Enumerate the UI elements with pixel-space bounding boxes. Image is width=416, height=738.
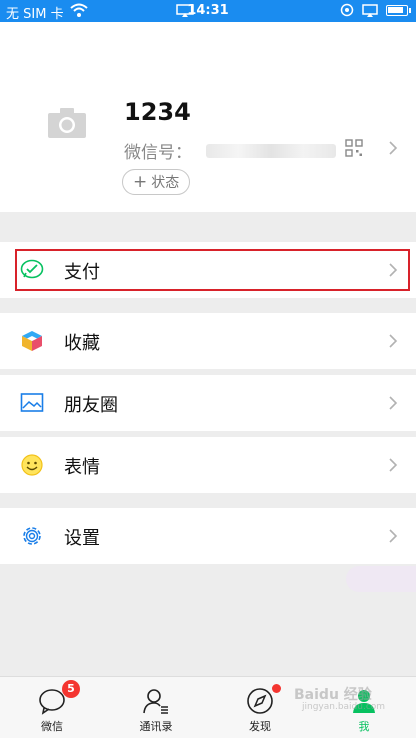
profile-header[interactable]: 1234 微信号： + 状态 bbox=[0, 22, 416, 212]
menu-item-favorites[interactable]: 收藏 bbox=[0, 313, 416, 369]
chevron-right-icon bbox=[389, 396, 398, 410]
tab-label: 通讯录 bbox=[139, 720, 173, 733]
wechat-id-blurred bbox=[206, 143, 336, 158]
contacts-icon bbox=[143, 689, 168, 714]
tab-label: 微信 bbox=[41, 720, 63, 733]
chevron-right-icon bbox=[389, 458, 398, 472]
menu-item-label: 设置 bbox=[64, 528, 100, 549]
status-bar: 无 SIM 卡 14:31 bbox=[0, 0, 416, 22]
baidu-watermark-url: jingyan.baidu.com bbox=[302, 702, 386, 712]
menu-item-label: 表情 bbox=[64, 457, 100, 478]
sticker-smile-icon bbox=[21, 454, 43, 476]
wechat-id-row: 微信号： bbox=[124, 138, 336, 163]
chevron-right-icon bbox=[389, 529, 398, 543]
wechat-id-label: 微信号： bbox=[124, 143, 192, 163]
floating-window-hint[interactable] bbox=[346, 566, 416, 592]
highlight-box bbox=[15, 249, 410, 291]
status-right-icons bbox=[340, 3, 411, 17]
menu-item-moments[interactable]: 朋友圈 bbox=[0, 375, 416, 431]
avatar-camera-icon[interactable] bbox=[47, 107, 87, 139]
qr-code-icon[interactable] bbox=[345, 139, 363, 157]
settings-gear-icon bbox=[23, 527, 41, 545]
menu-item-label: 朋友圈 bbox=[64, 395, 118, 416]
rotation-lock-icon bbox=[340, 3, 354, 17]
status-button-label: 状态 bbox=[151, 175, 180, 191]
plus-icon: + bbox=[133, 172, 148, 192]
tab-label: 发现 bbox=[249, 720, 271, 733]
menu-item-label: 收藏 bbox=[64, 333, 100, 354]
menu-item-settings[interactable]: 设置 bbox=[0, 508, 416, 564]
moments-photo-icon bbox=[20, 393, 44, 412]
new-content-dot bbox=[272, 684, 281, 693]
tab-chats[interactable]: 5 微信 bbox=[0, 677, 104, 738]
screen-mirror-icon bbox=[362, 3, 378, 17]
compass-icon bbox=[247, 688, 273, 714]
tab-contacts[interactable]: 通讯录 bbox=[104, 677, 208, 738]
chevron-right-icon bbox=[389, 334, 398, 348]
menu-item-stickers[interactable]: 表情 bbox=[0, 437, 416, 493]
unread-badge: 5 bbox=[62, 680, 80, 698]
tab-label: 我 bbox=[358, 720, 370, 733]
nickname: 1234 bbox=[124, 98, 191, 126]
add-status-button[interactable]: + 状态 bbox=[122, 169, 191, 195]
battery-icon bbox=[386, 4, 411, 16]
baidu-watermark: Baidu 经验 bbox=[294, 687, 372, 703]
chevron-right-icon bbox=[389, 141, 398, 155]
favorites-cube-icon bbox=[22, 331, 42, 351]
